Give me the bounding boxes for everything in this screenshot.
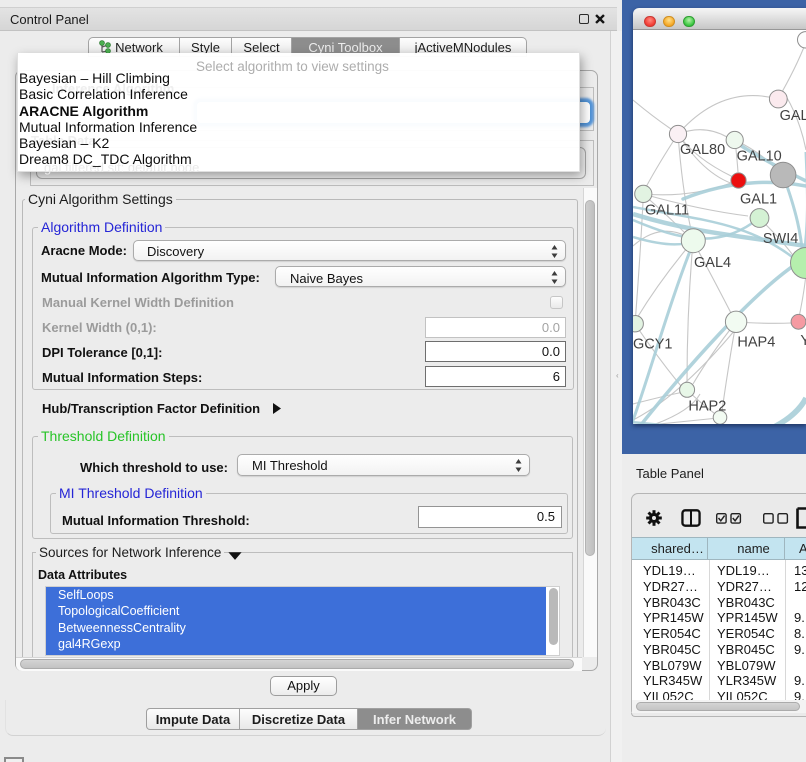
svg-text:Y: Y	[800, 333, 806, 349]
svg-text:HAP2: HAP2	[688, 399, 726, 415]
svg-text:GAL4: GAL4	[694, 255, 731, 271]
svg-text:GAL80: GAL80	[680, 142, 725, 158]
svg-text:HAP4: HAP4	[737, 335, 775, 351]
svg-text:SWI4: SWI4	[763, 231, 798, 247]
svg-text:GAL10: GAL10	[737, 149, 782, 165]
svg-text:GCY1: GCY1	[633, 337, 673, 353]
svg-text:GAL11: GAL11	[645, 203, 689, 219]
svg-text:GAL: GAL	[780, 108, 806, 124]
svg-text:GAL1: GAL1	[740, 192, 777, 208]
